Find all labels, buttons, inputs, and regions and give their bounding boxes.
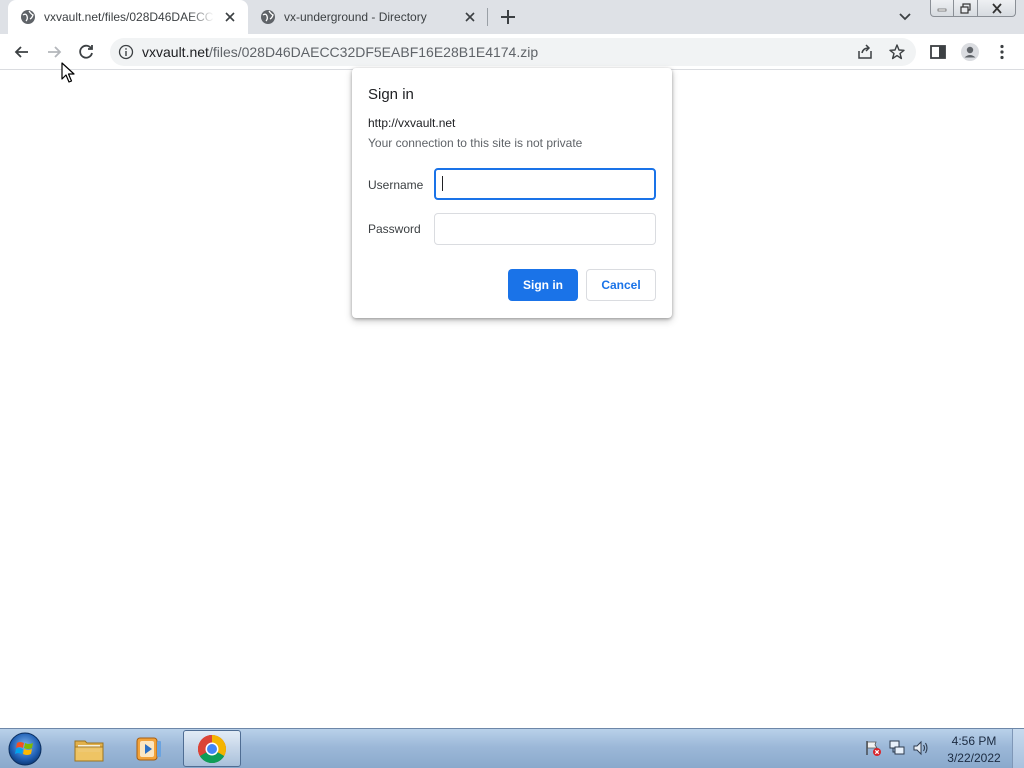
globe-icon <box>21 10 35 24</box>
url-domain: vxvault.net <box>142 44 209 60</box>
address-bar[interactable]: vxvault.net/files/028D46DAECC32DF5EABF16… <box>110 38 916 66</box>
system-tray <box>864 739 930 757</box>
sign-in-dialog: Sign in http://vxvault.net Your connecti… <box>352 68 672 318</box>
url-text: vxvault.net/files/028D46DAECC32DF5EABF16… <box>142 44 538 60</box>
text-caret <box>442 176 443 191</box>
tab-title: vxvault.net/files/028D46DAECC32DF5EABF16… <box>44 10 214 24</box>
dialog-title: Sign in <box>368 86 414 103</box>
close-tab-icon[interactable] <box>462 9 478 25</box>
start-button-windows-icon[interactable] <box>6 731 44 767</box>
dialog-origin: http://vxvault.net <box>368 116 456 130</box>
close-icon <box>991 2 1002 14</box>
sign-in-button[interactable]: Sign in <box>508 269 578 301</box>
chevron-down-icon[interactable] <box>896 9 914 25</box>
tab-vx-underground[interactable]: vx-underground - Directory <box>248 0 488 34</box>
volume-icon[interactable] <box>912 739 930 757</box>
side-panel-icon[interactable] <box>928 42 948 62</box>
browser-toolbar: vxvault.net/files/028D46DAECC32DF5EABF16… <box>0 34 1024 70</box>
tab-vxvault[interactable]: vxvault.net/files/028D46DAECC32DF5EABF16… <box>8 0 248 34</box>
taskbar: 4:56 PM 3/22/2022 <box>0 728 1024 768</box>
tab-strip: vxvault.net/files/028D46DAECC32DF5EABF16… <box>0 0 1024 34</box>
media-player-icon <box>136 737 161 760</box>
mouse-pointer-icon <box>61 62 75 83</box>
profile-avatar-icon[interactable] <box>960 42 980 62</box>
url-path: /files/028D46DAECC32DF5EABF16E28B1E4174.… <box>208 44 539 60</box>
username-label: Username <box>368 178 424 192</box>
chrome-icon <box>198 734 226 763</box>
clock-time: 4:56 PM <box>951 734 997 748</box>
reload-icon[interactable] <box>76 42 96 62</box>
action-center-flag-icon[interactable] <box>864 739 882 757</box>
site-info-icon[interactable] <box>118 44 134 60</box>
minimize-button[interactable] <box>930 0 954 17</box>
restore-button[interactable] <box>954 0 978 17</box>
username-input[interactable] <box>434 168 656 200</box>
forward-icon[interactable] <box>44 42 64 62</box>
taskbar-app-media-player[interactable] <box>120 730 178 767</box>
restore-icon <box>959 2 971 14</box>
share-icon[interactable] <box>856 43 874 61</box>
show-desktop-button[interactable] <box>1012 729 1024 768</box>
cancel-button[interactable]: Cancel <box>586 269 656 301</box>
password-input[interactable] <box>434 213 656 245</box>
taskbar-app-chrome[interactable] <box>183 730 241 767</box>
taskbar-clock[interactable]: 4:56 PM 3/22/2022 <box>944 733 1004 767</box>
network-icon[interactable] <box>888 739 906 757</box>
minimize-icon <box>937 8 947 12</box>
bookmark-star-icon[interactable] <box>888 43 906 61</box>
password-label: Password <box>368 222 421 236</box>
close-window-button[interactable] <box>978 0 1016 17</box>
tab-separator <box>487 8 488 26</box>
globe-icon <box>261 10 275 24</box>
new-tab-icon[interactable] <box>498 7 518 27</box>
window-controls <box>930 0 1016 17</box>
back-icon[interactable] <box>12 42 32 62</box>
taskbar-app-explorer[interactable] <box>60 730 118 767</box>
tab-title: vx-underground - Directory <box>284 10 427 24</box>
folder-icon <box>74 740 104 761</box>
clock-date: 3/22/2022 <box>947 751 1001 765</box>
menu-kebab-icon[interactable] <box>992 42 1012 62</box>
close-tab-icon[interactable] <box>222 9 238 25</box>
connection-warning: Your connection to this site is not priv… <box>368 136 583 150</box>
